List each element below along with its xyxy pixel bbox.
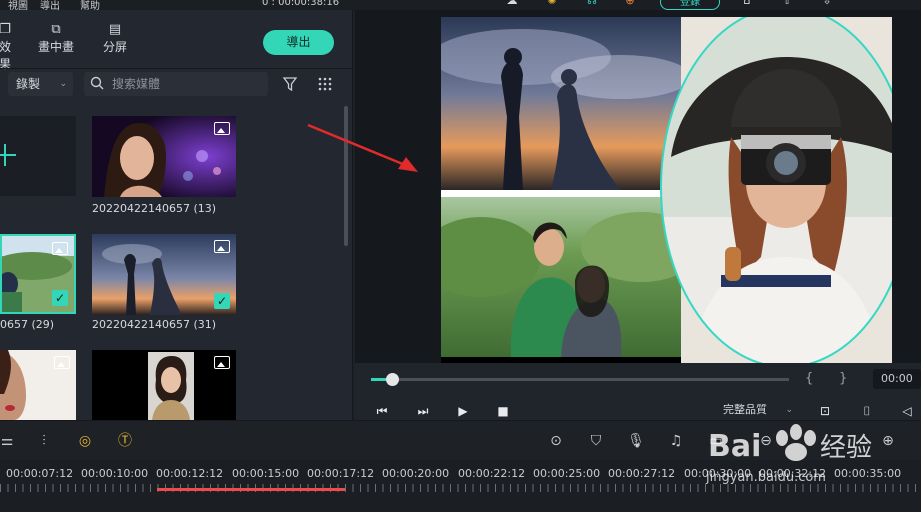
menu-help[interactable]: 幫助 <box>80 0 100 10</box>
timeline-range-marker <box>157 488 345 491</box>
export-button[interactable]: 導出 <box>263 30 334 55</box>
play-icon[interactable]: ▶ <box>456 404 470 418</box>
bulb-icon[interactable]: ✺ <box>545 0 559 6</box>
search-icon <box>90 76 104 90</box>
search-box[interactable] <box>84 72 268 96</box>
split-screen-label: 分屏 <box>102 40 127 54</box>
timeline-tick-label: 00:00:35:00 <box>834 467 902 480</box>
effects-tool[interactable]: ❐ 效果 <box>0 22 16 72</box>
timeline-ticks <box>0 484 921 492</box>
pip-icon: ⧉ <box>51 22 61 37</box>
image-type-icon <box>214 356 230 369</box>
preview-panel: { } 00:00 ⏮ ⏭ ▶ ■ 完整品質 ⌄ ⊡ ⌷ ◁ <box>355 10 921 420</box>
quality-dropdown[interactable]: 完整品質 ⌄ <box>717 399 797 421</box>
audio-wave-icon[interactable]: ⫶ <box>35 432 53 450</box>
split-screen-preview-image <box>441 17 892 363</box>
media-thumbnail[interactable] <box>0 350 76 420</box>
chevron-down-icon: ⌄ <box>785 405 793 415</box>
media-thumbnail[interactable] <box>92 116 236 197</box>
menu-export[interactable]: 導出 <box>40 0 60 10</box>
image-type-icon <box>52 242 68 255</box>
grid-view-icon[interactable] <box>317 76 333 92</box>
zoom-out-icon[interactable]: ⊖ <box>757 432 775 450</box>
menu-view[interactable]: 視圖 <box>8 0 28 10</box>
next-frame-icon[interactable]: ⏭ <box>416 404 430 418</box>
checkmark-icon: ✓ <box>52 290 68 306</box>
search-input[interactable] <box>112 75 262 93</box>
effects-icon: ❐ <box>0 22 11 37</box>
media-thumbnail[interactable]: ✓ <box>92 234 236 315</box>
record-label: 錄製 <box>16 77 41 91</box>
login-button[interactable]: 登錄 <box>660 0 720 10</box>
quality-label: 完整品質 <box>723 403 767 416</box>
watermark-url: jingyan.baidu.com <box>706 470 826 485</box>
timeline-tick-label: 00:00:07:12 <box>6 467 74 480</box>
timeline-ruler[interactable]: 00:00:07:12 00:00:10:00 00:00:12:12 00:0… <box>0 460 921 512</box>
player-controls: { } 00:00 ⏮ ⏭ ▶ ■ 完整品質 ⌄ ⊡ ⌷ ◁ <box>355 363 921 420</box>
music-list-icon[interactable]: ♫ <box>667 432 685 450</box>
filter-icon[interactable] <box>282 76 298 92</box>
microphone-icon[interactable]: 🎙 <box>627 432 645 450</box>
checkmark-icon: ✓ <box>214 293 230 309</box>
timeline-tick-label: 00:00:10:00 <box>81 467 149 480</box>
split-screen-tool[interactable]: ▤ 分屏 <box>100 22 130 55</box>
timecode-display: 0 : 00:00:38:16 <box>262 0 340 8</box>
effects-label: 效果 <box>0 40 11 71</box>
display-icon[interactable]: ⊡ <box>818 404 832 418</box>
upload-icon[interactable]: ⇧ <box>780 0 794 6</box>
cart-icon[interactable]: ⊕ <box>623 0 637 6</box>
split-screen-icon: ▤ <box>108 22 122 37</box>
mark-out-icon[interactable]: } <box>839 371 847 386</box>
preview-canvas[interactable] <box>441 17 892 363</box>
text-to-speech-icon[interactable]: Ⓣ <box>116 432 134 450</box>
mark-in-icon[interactable]: { <box>805 371 813 386</box>
image-type-icon <box>54 356 70 369</box>
snapshot-icon[interactable]: ⌷ <box>860 404 874 418</box>
image-type-icon <box>214 240 230 253</box>
pip-label: 畫中畫 <box>37 40 74 54</box>
timeline-toolbar: ⚌ ⫶ ◎ Ⓣ ⊙ ⛉ 🎙 ♫ ▭ ⊖ ⊕ <box>0 420 921 460</box>
stop-icon[interactable]: ■ <box>496 404 510 418</box>
marker-icon[interactable]: ⛉ <box>587 432 605 450</box>
timeline-tick-label: 00:00:27:12 <box>608 467 676 480</box>
media-label: 0657 (29) <box>0 318 55 331</box>
timeline-tick-label: 00:00:17:12 <box>307 467 375 480</box>
timeline-tick-label: 00:00:12:12 <box>156 467 224 480</box>
media-thumbnail[interactable] <box>92 350 236 420</box>
media-panel: ❐ 效果 ⧉ 畫中畫 ▤ 分屏 導出 錄製 ⌄ 搜索媒體 20220422140… <box>0 10 353 420</box>
headset-icon[interactable]: ☊ <box>585 0 599 6</box>
download-icon[interactable]: ⇩ <box>820 0 834 6</box>
timeline-tick-label: 00:00:20:00 <box>382 467 450 480</box>
timeline-tick-label: 00:00:25:00 <box>533 467 601 480</box>
cloud-icon[interactable]: ☁ <box>505 0 519 6</box>
import-media-tile[interactable] <box>0 116 76 196</box>
screen-icon[interactable]: ▭ <box>707 432 725 450</box>
image-type-icon <box>214 122 230 135</box>
prev-frame-icon[interactable]: ⏮ <box>375 404 389 418</box>
editor-app: 視圖 導出 幫助 0 : 00:00:38:16 ☁ ✺ ☊ ⊕ 登錄 ⌂ ⇧ … <box>0 0 921 512</box>
save-icon[interactable]: ⌂ <box>740 0 754 6</box>
zoom-in-icon[interactable]: ⊕ <box>879 432 897 450</box>
annotation-arrow <box>307 123 418 172</box>
seek-handle[interactable] <box>385 373 399 386</box>
media-label: 20220422140657 (13) <box>92 202 217 215</box>
time-display: 00:00 <box>873 369 921 389</box>
adjust-icon[interactable]: ⚌ <box>0 432 16 450</box>
timeline-tick-label: 00:00:22:12 <box>458 467 526 480</box>
plus-icon <box>0 144 16 166</box>
volume-icon[interactable]: ◁ <box>900 404 914 418</box>
menu-bar: 視圖 導出 幫助 0 : 00:00:38:16 ☁ ✺ ☊ ⊕ 登錄 ⌂ ⇧ … <box>0 0 921 10</box>
pip-tool[interactable]: ⧉ 畫中畫 <box>36 22 76 55</box>
media-label: 20220422140657 (31) <box>92 318 217 331</box>
divider <box>0 68 353 69</box>
media-thumbnail-selected[interactable]: ✓ <box>0 234 76 314</box>
audio-sync-icon[interactable]: ◎ <box>76 432 94 450</box>
seek-bar[interactable] <box>371 373 789 386</box>
timeline-tick-label: 00:00:15:00 <box>232 467 300 480</box>
render-icon[interactable]: ⊙ <box>547 432 565 450</box>
record-dropdown[interactable]: 錄製 ⌄ <box>8 72 73 96</box>
chevron-down-icon: ⌄ <box>59 79 67 89</box>
